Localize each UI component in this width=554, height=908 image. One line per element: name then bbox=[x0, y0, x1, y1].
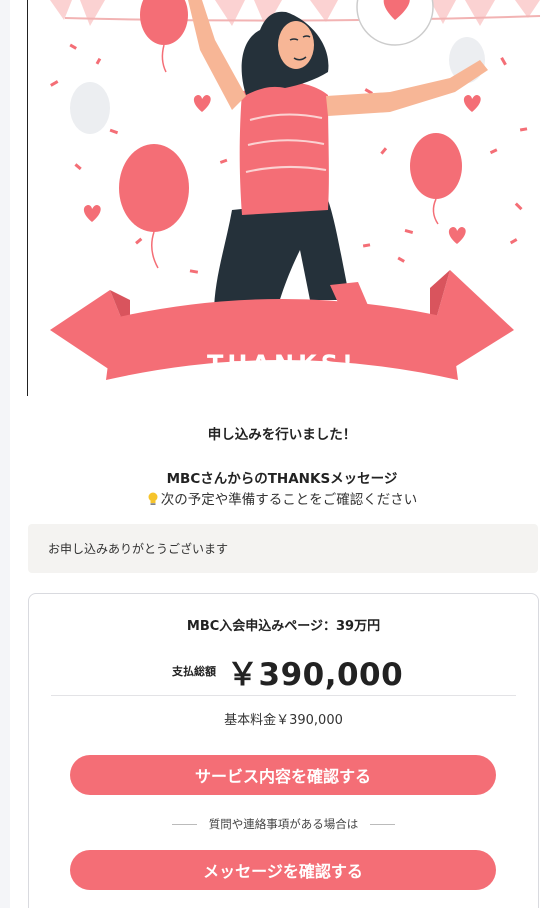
separator-line-left bbox=[171, 823, 197, 825]
celebration-illustration-svg: THANKS! bbox=[50, 0, 541, 380]
page: THANKS! 申し込みを行いました！ MBCさんからのTHANKSメッセージ … bbox=[10, 0, 554, 908]
contact-separator: 質問や連絡事項がある場合は bbox=[29, 816, 538, 832]
banner-thanks-text: THANKS! bbox=[207, 350, 357, 378]
next-steps-hint: 次の予定や準備することをご確認ください bbox=[10, 488, 554, 508]
thanks-message-title: MBCさんからのTHANKSメッセージ bbox=[166, 471, 398, 487]
order-summary-card: MBC入会申込みページ：39万円 支払総額 ￥390,000 基本料金￥390,… bbox=[28, 593, 539, 908]
notice-text: お申し込みありがとうございます bbox=[48, 542, 229, 556]
order-title: MBC入会申込みページ：39万円 bbox=[186, 619, 381, 634]
total-amount: ￥390,000 bbox=[227, 657, 404, 693]
view-service-button[interactable]: サービス内容を確認する bbox=[70, 755, 496, 795]
next-steps-text: 次の予定や準備することをご確認ください bbox=[160, 492, 418, 508]
divider bbox=[51, 695, 516, 696]
notice-box: お申し込みありがとうございます bbox=[28, 524, 538, 573]
thanks-illustration: THANKS! bbox=[10, 0, 554, 398]
total-label: 支払総額 bbox=[172, 665, 216, 678]
lightbulb-icon bbox=[148, 492, 158, 505]
separator-line-right bbox=[370, 823, 396, 825]
view-messages-button[interactable]: メッセージを確認する bbox=[70, 850, 496, 890]
confirmation-title: 申し込みを行いました！ bbox=[207, 427, 357, 443]
separator-text: 質問や連絡事項がある場合は bbox=[208, 817, 359, 831]
base-fee: 基本料金￥390,000 bbox=[224, 713, 343, 728]
